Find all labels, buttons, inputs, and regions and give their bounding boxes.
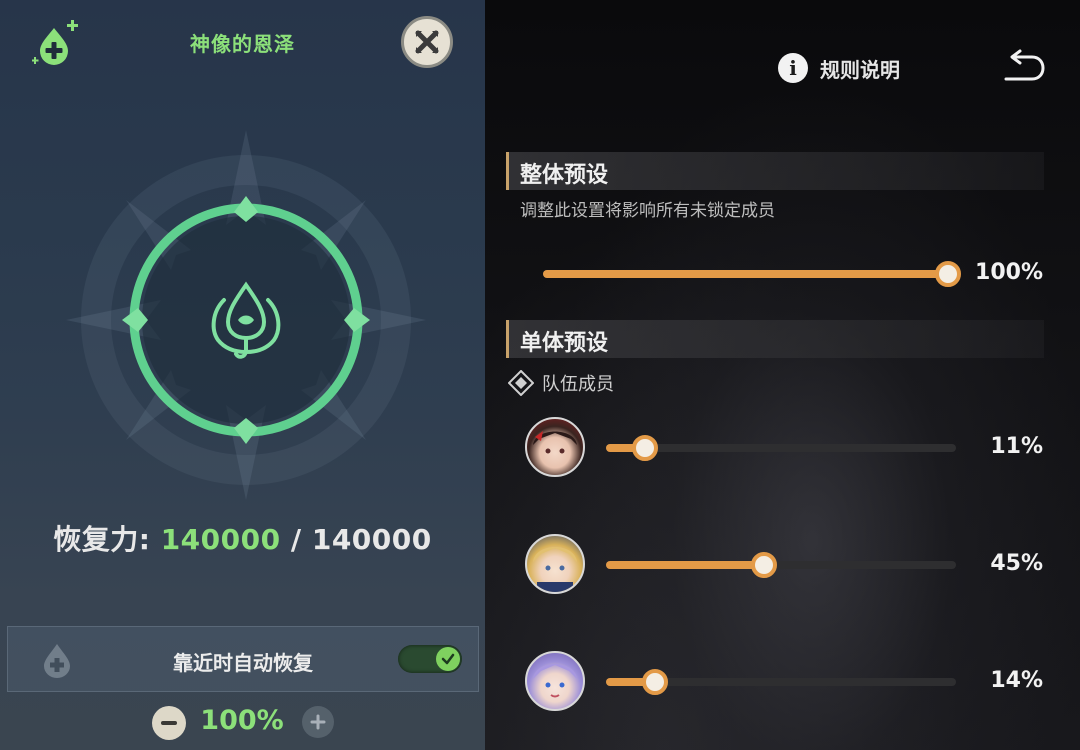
member-percent: 11% — [990, 434, 1043, 459]
healing-drop-icon — [32, 20, 78, 65]
member-slider[interactable] — [606, 435, 956, 461]
member-slider[interactable] — [606, 669, 956, 695]
increase-button[interactable] — [302, 706, 334, 738]
recovery-current: 140000 — [160, 523, 281, 556]
rules-label: 规则说明 — [820, 57, 900, 82]
back-icon[interactable] — [1002, 49, 1046, 87]
close-button[interactable] — [401, 16, 453, 68]
member-avatar[interactable] — [525, 651, 585, 711]
overall-slider[interactable] — [543, 261, 961, 287]
decrease-button[interactable] — [152, 706, 186, 740]
info-icon: i — [778, 53, 808, 83]
member-percent: 14% — [990, 668, 1043, 693]
minus-icon — [161, 721, 177, 725]
healing-drop-icon — [44, 644, 70, 678]
plus-icon — [310, 714, 326, 730]
member-avatar[interactable] — [525, 417, 585, 477]
checkmark-icon — [441, 653, 455, 665]
overall-percent: 100% — [975, 260, 1043, 285]
rules-button[interactable]: i 规则说明 — [778, 52, 900, 84]
stepper-value: 100% — [200, 705, 284, 736]
overall-preset-title: 整体预设 — [520, 163, 609, 188]
team-members-text: 队伍成员 — [542, 374, 614, 395]
slider-handle[interactable] — [750, 552, 777, 578]
diamond-icon — [508, 370, 534, 396]
slider-fill — [543, 270, 948, 278]
toggle-knob — [436, 647, 460, 671]
individual-preset-title: 单体预设 — [520, 331, 609, 356]
header-accent-bar — [506, 152, 509, 190]
auto-recover-label: 靠近时自动恢复 — [173, 651, 313, 675]
avatar-blonde — [533, 547, 577, 592]
team-members-label: 队伍成员 — [508, 370, 614, 396]
header-accent-bar — [506, 320, 509, 358]
statue-panel: 神像的恩泽 恢复力: 140000 / 140000 靠近时自动恢复 100% — [0, 0, 485, 750]
recovery-label: 恢复力: — [53, 523, 161, 556]
avatar-lavender-hair — [533, 664, 577, 698]
auto-recover-row: 靠近时自动恢复 — [7, 626, 479, 692]
member-avatar[interactable] — [525, 534, 585, 594]
recovery-separator: / — [280, 523, 312, 556]
recovery-max: 140000 — [311, 523, 432, 556]
overall-preset-description: 调整此设置将影响所有未锁定成员 — [520, 201, 775, 221]
panel-title: 神像的恩泽 — [190, 32, 295, 56]
slider-handle[interactable] — [631, 435, 658, 461]
overall-preset-header: 整体预设 — [506, 152, 1044, 190]
member-percent: 45% — [990, 551, 1043, 576]
recovery-readout: 恢复力: 140000 / 140000 — [0, 518, 485, 558]
member-slider[interactable] — [606, 552, 956, 578]
slider-fill — [606, 561, 764, 569]
auto-recover-toggle[interactable] — [398, 645, 462, 673]
statue-emblem — [66, 130, 426, 500]
close-icon — [415, 30, 439, 54]
slider-handle[interactable] — [642, 669, 668, 695]
avatar-dark-hair-red — [533, 431, 577, 454]
individual-preset-header: 单体预设 — [506, 320, 1044, 358]
